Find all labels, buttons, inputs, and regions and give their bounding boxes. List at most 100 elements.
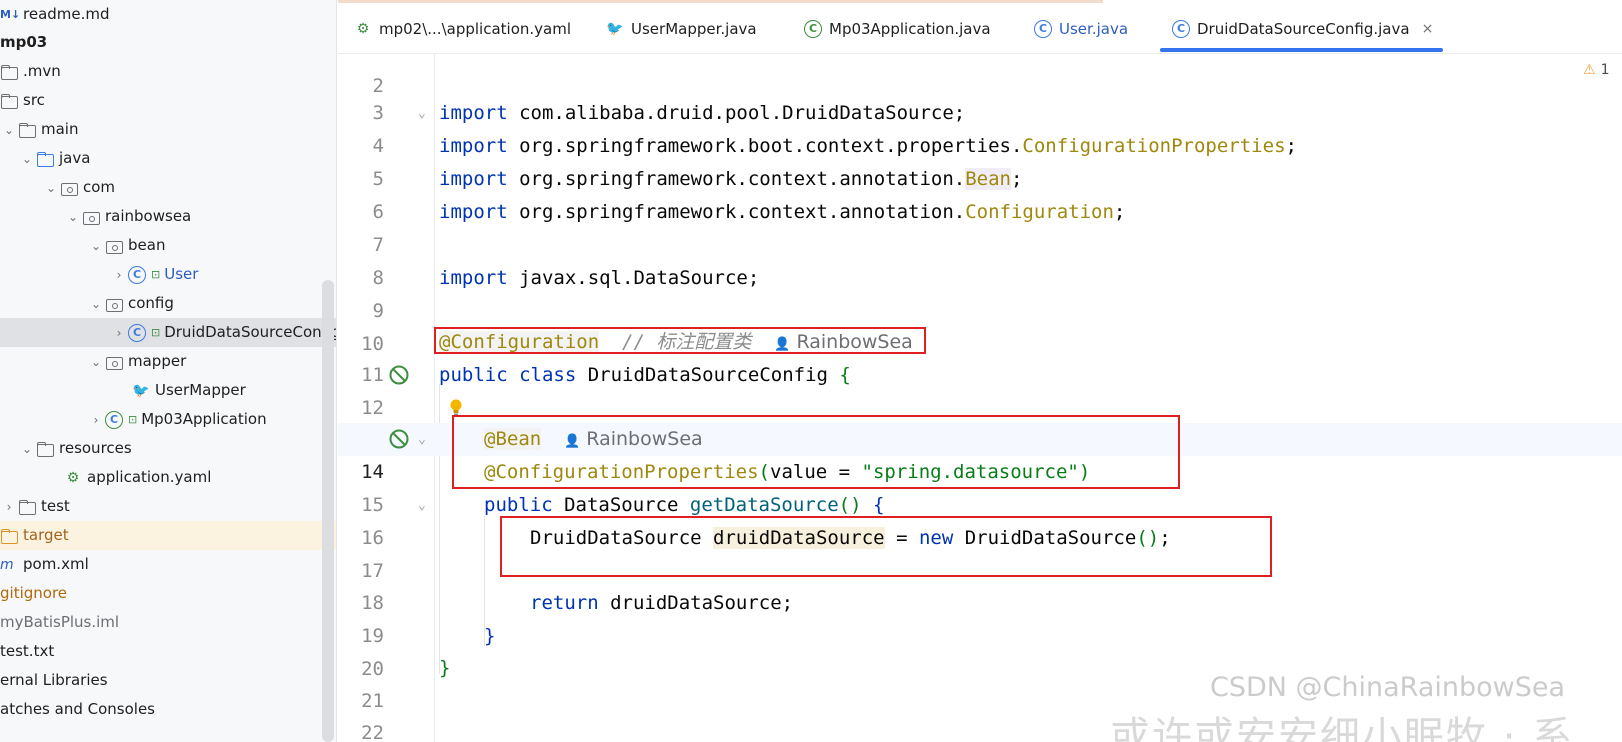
- tree-item-test[interactable]: › test: [0, 492, 336, 521]
- tree-item-mp03[interactable]: mp03: [0, 28, 336, 57]
- tree-item-label: config: [128, 294, 174, 312]
- folder-icon: [18, 498, 36, 516]
- keyword: import: [439, 201, 508, 223]
- method-name: getDataSource: [689, 494, 839, 516]
- code-text: ;: [1285, 135, 1297, 157]
- annotation-name: ConfigurationProperties: [1022, 135, 1286, 157]
- tree-item-label: .mvn: [23, 62, 61, 80]
- fold-icon[interactable]: ⌄: [418, 489, 426, 522]
- chevron-down-icon[interactable]: ⌄: [64, 210, 82, 224]
- package-icon: [82, 208, 100, 226]
- spring-bean-gutter-icon[interactable]: [388, 428, 410, 450]
- tree-item-resources[interactable]: ⌄ resources: [0, 434, 336, 463]
- tab-label: User.java: [1059, 20, 1129, 38]
- tree-item-src[interactable]: src: [0, 86, 336, 115]
- tree-item-mvn[interactable]: .mvn: [0, 57, 336, 86]
- chevron-right-icon[interactable]: ›: [110, 326, 128, 340]
- chevron-down-icon[interactable]: ⌄: [87, 239, 105, 253]
- tree-item-test-txt[interactable]: test.txt: [0, 637, 336, 666]
- markdown-icon: M↓: [0, 7, 21, 21]
- tree-item-bean[interactable]: ⌄ bean: [0, 231, 336, 260]
- chevron-down-icon[interactable]: ⌄: [18, 152, 36, 166]
- package-icon: [105, 295, 123, 313]
- watermark-chinese: 或许或安安细小眠牧 · 系: [1110, 714, 1575, 742]
- code-line: 10: [338, 295, 1622, 355]
- close-icon[interactable]: ×: [1422, 21, 1434, 37]
- lock-icon: ⊡: [151, 326, 161, 339]
- tree-item-label: myBatisPlus.iml: [0, 613, 120, 631]
- brace: {: [861, 494, 885, 516]
- package-icon: [105, 237, 123, 255]
- tree-item-com[interactable]: ⌄ com: [0, 173, 336, 202]
- tree-item-external-libraries[interactable]: ernal Libraries: [0, 666, 336, 695]
- tree-item-mp03application[interactable]: › C ⊡ Mp03Application: [0, 405, 336, 434]
- tree-item-mapper[interactable]: ⌄ mapper: [0, 347, 336, 376]
- spring-class-icon: C: [804, 20, 822, 38]
- tree-item-iml[interactable]: myBatisPlus.iml: [0, 608, 336, 637]
- source-folder-icon: [36, 150, 54, 168]
- tab-label: DruidDataSourceConfig.java: [1197, 20, 1410, 38]
- annotation-name: Configuration: [965, 201, 1114, 223]
- fold-icon[interactable]: ⌄: [418, 423, 426, 456]
- keyword: public: [484, 494, 553, 516]
- code-text: ;: [1010, 168, 1023, 190]
- brace: }: [484, 625, 496, 647]
- tree-item-label: gitignore: [0, 584, 68, 602]
- keyword: public: [439, 364, 508, 386]
- paren: (): [838, 494, 862, 516]
- fold-icon[interactable]: ⌄: [418, 97, 426, 130]
- chevron-down-icon[interactable]: ⌄: [87, 297, 105, 311]
- tree-item-gitignore[interactable]: gitignore: [0, 579, 336, 608]
- class-icon: C: [1172, 20, 1190, 38]
- tree-item-label: resources: [59, 439, 132, 457]
- chevron-down-icon[interactable]: ⌄: [0, 123, 18, 137]
- tree-item-label: target: [23, 526, 69, 544]
- package-icon: [60, 179, 78, 197]
- tree-item-rainbowsea[interactable]: ⌄ rainbowsea: [0, 202, 336, 231]
- tree-item-scratches[interactable]: atches and Consoles: [0, 695, 336, 724]
- code-line: 3: [338, 64, 1622, 124]
- code-line: 20 }: [338, 620, 1622, 680]
- chevron-right-icon[interactable]: ›: [87, 413, 105, 427]
- tree-item-label: mp03: [0, 33, 48, 51]
- chevron-right-icon[interactable]: ›: [110, 268, 128, 282]
- tree-scrollbar[interactable]: [322, 280, 334, 742]
- spring-class-icon: C: [105, 410, 123, 429]
- brace: }: [439, 657, 451, 679]
- tree-item-pom[interactable]: m pom.xml: [0, 550, 336, 579]
- chevron-right-icon[interactable]: ›: [0, 500, 18, 514]
- code-text: ;: [1113, 201, 1126, 223]
- tree-item-application-yaml[interactable]: ⚙ application.yaml: [0, 463, 336, 492]
- tree-item-label: application.yaml: [87, 468, 212, 486]
- annotation-name: Bean: [965, 168, 1011, 190]
- tab-label: mp02\...\application.yaml: [379, 20, 571, 38]
- folder-icon: [0, 92, 18, 110]
- code-line: 4 ⌄ import com.alibaba.druid.pool.DruidD…: [338, 97, 1622, 157]
- tree-item-label: bean: [128, 236, 166, 254]
- tree-item-config[interactable]: ⌄ config: [0, 289, 336, 318]
- highlight-box-bean: [452, 415, 1180, 489]
- tree-item-usermapper[interactable]: 🐦 UserMapper: [0, 376, 336, 405]
- lightbulb-icon[interactable]: [448, 398, 464, 416]
- tree-item-target[interactable]: target: [0, 521, 336, 550]
- class-icon: C: [128, 265, 146, 284]
- tree-item-label: readme.md: [23, 5, 110, 23]
- tree-item-readme[interactable]: M↓ readme.md: [0, 0, 336, 29]
- tree-item-label: test.txt: [0, 642, 55, 660]
- highlight-box-configuration: [434, 327, 926, 354]
- chevron-down-icon[interactable]: ⌄: [18, 442, 36, 456]
- code-editor[interactable]: 2 3 4 ⌄ import com.alibaba.druid.pool.Dr…: [338, 54, 1622, 742]
- tree-item-label: main: [41, 120, 79, 138]
- line-number: 22: [361, 722, 384, 742]
- resources-folder-icon: [36, 440, 54, 458]
- tree-item-label: test: [41, 497, 70, 515]
- tree-item-druid-config[interactable]: › C ⊡ DruidDataSourceConfig: [0, 318, 336, 347]
- lock-icon: ⊡: [128, 413, 138, 426]
- chevron-down-icon[interactable]: ⌄: [42, 181, 60, 195]
- spring-bean-gutter-icon[interactable]: [388, 364, 410, 386]
- highlight-box-instance: [500, 516, 1272, 577]
- tree-item-main[interactable]: ⌄ main: [0, 115, 336, 144]
- chevron-down-icon[interactable]: ⌄: [87, 355, 105, 369]
- tree-item-java[interactable]: ⌄ java: [0, 144, 336, 173]
- tree-item-user[interactable]: › C ⊡ User: [0, 260, 336, 289]
